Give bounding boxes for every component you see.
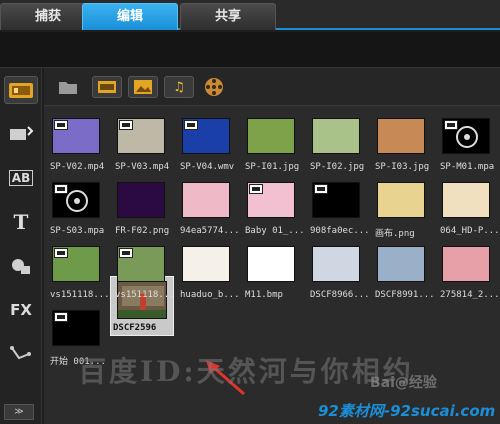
image-filter-icon[interactable] [128,76,158,98]
media-item[interactable]: 908fa0ec... [308,178,370,236]
folder-icon[interactable] [56,76,80,98]
media-label: M11.bmp [245,290,283,300]
media-item[interactable]: 275814_2... [438,242,500,300]
media-label: 275814_2... [440,290,500,300]
media-label: SP-S03.mpa [50,226,105,236]
media-item[interactable]: vs151118... [113,242,175,300]
media-item[interactable]: vs151118... [48,242,110,300]
media-label: SP-I01.jpg [245,162,300,172]
media-thumbnail [182,246,230,282]
media-thumbnail [377,246,425,282]
media-label: 064_HD-P... [440,226,500,236]
media-item[interactable]: huaduo_b... [178,242,240,300]
video-badge-icon [314,184,328,194]
media-item[interactable]: 画布.png [373,178,429,239]
path-icon[interactable] [4,340,38,368]
media-item[interactable]: 94ea5774... [178,178,240,236]
media-thumbnail [312,118,360,154]
media-item[interactable]: SP-I01.jpg [243,114,299,172]
media-thumbnail [182,182,230,218]
media-label: 画布.png [375,229,415,239]
media-label: SP-I03.jpg [375,162,430,172]
media-item[interactable]: DSCF8991... [373,242,435,300]
media-label: Baby 01_... [245,226,305,236]
media-item[interactable]: SP-I03.jpg [373,114,429,172]
media-label: DSCF8966... [310,290,370,300]
baidu-logo: Bai@经验 [370,375,437,391]
media-thumbnail [377,118,425,154]
media-item[interactable]: M11.bmp [243,242,299,300]
transition-icon[interactable] [4,120,38,148]
media-label: SP-I02.jpg [310,162,365,172]
media-thumbnail [312,246,360,282]
media-item[interactable]: SP-I02.jpg [308,114,364,172]
video-badge-icon [119,120,133,130]
film-reel-icon[interactable] [202,76,226,98]
video-badge-icon [54,312,68,322]
header-strip [0,32,500,68]
media-thumbnail [247,246,295,282]
media-label: SP-V03.mp4 [115,162,170,172]
media-thumbnail [247,118,295,154]
video-badge-icon [184,120,198,130]
fx-icon[interactable]: FX [4,296,38,324]
media-label: FR-F02.png [115,226,170,236]
media-item[interactable]: SP-S03.mpa [48,178,104,236]
media-item[interactable]: FR-F02.png [113,178,169,236]
media-label: SP-M01.mpa [440,162,495,172]
library-sidebar: AB T FX ≫ [0,68,42,424]
media-item[interactable]: SP-V04.wmv [178,114,234,172]
video-badge-icon [54,184,68,194]
graphics-icon[interactable] [4,252,38,280]
tab-edit[interactable]: 编辑 [82,3,178,30]
audio-filter-icon[interactable]: ♫ [164,76,194,98]
media-label: DSCF2596 [113,323,157,333]
watermark-text: 百度ID:天然河与你相约 [78,355,414,388]
media-thumbnail [442,246,490,282]
ab-icon[interactable]: AB [4,164,38,192]
top-tab-bar: 捕获 编辑 共享 [0,0,500,30]
tab-share[interactable]: 共享 [180,3,276,30]
media-thumbnail [377,182,425,218]
video-filter-icon[interactable] [92,76,122,98]
media-item[interactable]: DSCF8966... [308,242,370,300]
media-item[interactable]: SP-V02.mp4 [48,114,104,172]
media-label: 908fa0ec... [310,226,370,236]
media-item[interactable]: SP-M01.mpa [438,114,494,172]
media-label: SP-V04.wmv [180,162,235,172]
media-item[interactable]: Baby 01_... [243,178,305,236]
video-badge-icon [54,248,68,258]
video-badge-icon [119,248,133,258]
title-icon[interactable]: T [4,208,38,236]
video-badge-icon [54,120,68,130]
media-item[interactable]: 064_HD-P... [438,178,500,236]
video-badge-icon [249,184,263,194]
media-item[interactable]: SP-V03.mp4 [113,114,169,172]
media-label: DSCF8991... [375,290,435,300]
media-label: huaduo_b... [180,290,240,300]
media-thumbnail [117,182,165,218]
library-toolbar: ♫ [44,68,500,106]
media-label: SP-V02.mp4 [50,162,105,172]
video-badge-icon [444,120,458,130]
media-item[interactable]: 开始 001... [48,306,106,367]
media-library-icon[interactable] [4,76,38,104]
site-watermark: 92素材网-92sucai.com [318,402,496,420]
media-thumbnail [442,182,490,218]
expand-button[interactable]: ≫ [4,404,34,420]
media-label: vs151118... [50,290,110,300]
media-label: 94ea5774... [180,226,240,236]
media-label: vs151118... [115,290,175,300]
